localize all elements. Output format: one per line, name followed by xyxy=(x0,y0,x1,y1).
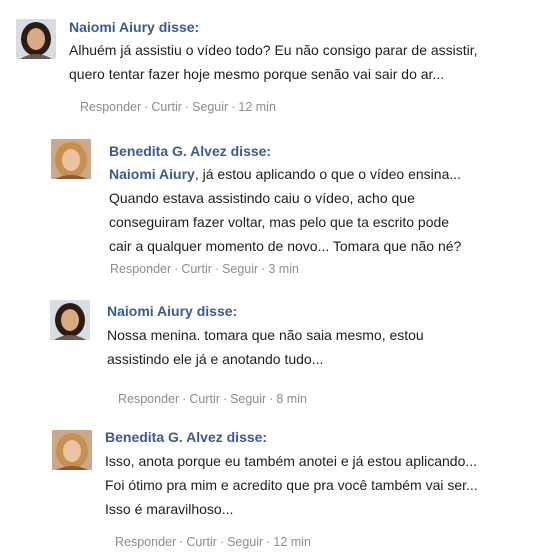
timestamp: 3 min xyxy=(268,262,299,276)
comment-text-line: Nossa menina. tomara que não saia mesmo,… xyxy=(107,327,424,343)
separator: · xyxy=(269,392,274,406)
like-button[interactable]: Curtir xyxy=(189,392,220,406)
separator: · xyxy=(182,392,187,406)
comment-text-line: Isso é maravilhoso... xyxy=(105,501,234,517)
like-button[interactable]: Curtir xyxy=(181,262,212,276)
timestamp: 12 min xyxy=(273,535,311,549)
separator: · xyxy=(231,100,236,114)
follow-button[interactable]: Seguir xyxy=(192,100,228,114)
comment-actions: Responder · Curtir · Seguir · 3 min xyxy=(110,261,299,277)
comment-actions: Responder · Curtir · Seguir · 12 min xyxy=(115,534,311,550)
comment-text-line: Foi ótimo pra mim e acredito que pra voc… xyxy=(105,477,478,493)
comment-text: Isso, anota porque eu também anotei e já… xyxy=(105,449,478,521)
follow-button[interactable]: Seguir xyxy=(227,535,263,549)
follow-button[interactable]: Seguir xyxy=(230,392,266,406)
comment-author[interactable]: Naiomi Aiury disse: xyxy=(107,302,237,320)
separator: · xyxy=(144,100,149,114)
separator: · xyxy=(219,535,225,549)
separator: · xyxy=(184,100,190,114)
avatar[interactable] xyxy=(51,139,91,179)
reply-button[interactable]: Responder xyxy=(110,262,171,276)
separator: · xyxy=(222,392,228,406)
comment-text-line: Naiomi Aiury, já estou aplicando o que o… xyxy=(109,162,461,186)
like-button[interactable]: Curtir xyxy=(151,100,182,114)
avatar-dark-hair-image xyxy=(16,19,56,59)
comment-actions: Responder · Curtir · Seguir · 12 min xyxy=(80,99,276,115)
follow-button[interactable]: Seguir xyxy=(222,262,258,276)
avatar-dark-hair-image xyxy=(50,300,90,340)
timestamp: 8 min xyxy=(276,392,307,406)
comment-actions: Responder · Curtir · Seguir · 8 min xyxy=(118,391,307,407)
reply-button[interactable]: Responder xyxy=(80,100,141,114)
separator: · xyxy=(179,535,184,549)
comment-author[interactable]: Benedita G. Alvez disse: xyxy=(109,142,271,160)
comment-text-line: conseguiram fazer voltar, mas pelo que t… xyxy=(109,214,450,230)
comment-author[interactable]: Benedita G. Alvez disse: xyxy=(105,428,267,446)
comment-text-line: assistindo ele já e anotando tudo... xyxy=(107,351,324,367)
comment-text-line: quero tentar fazer hoje mesmo porque sen… xyxy=(69,66,445,82)
like-button[interactable]: Curtir xyxy=(186,535,217,549)
avatar-blonde-hair-image xyxy=(52,430,92,470)
avatar[interactable] xyxy=(52,430,92,470)
mention-link[interactable]: Naiomi Aiury xyxy=(109,166,195,182)
comment-author[interactable]: Naiomi Aiury disse: xyxy=(69,18,199,36)
comment-text-line: Quando estava assistindo caiu o vídeo, a… xyxy=(109,190,415,206)
comment-text: Alhuém já assistiu o vídeo todo? Eu não … xyxy=(69,38,478,86)
comment-text-line: Isso, anota porque eu também anotei e já… xyxy=(105,453,478,469)
reply-button[interactable]: Responder xyxy=(115,535,176,549)
comment-text-fragment: , já estou aplicando o que o vídeo ensin… xyxy=(194,166,462,182)
separator: · xyxy=(214,262,220,276)
separator: · xyxy=(261,262,266,276)
separator: · xyxy=(174,262,179,276)
timestamp: 12 min xyxy=(238,100,276,114)
avatar[interactable] xyxy=(16,19,56,59)
comment-text-line: cair a qualquer momento de novo... Tomar… xyxy=(109,238,462,254)
comment-text-line: Alhuém já assistiu o vídeo todo? Eu não … xyxy=(69,42,478,58)
avatar-blonde-hair-image xyxy=(51,139,91,179)
separator: · xyxy=(266,535,271,549)
reply-button[interactable]: Responder xyxy=(118,392,179,406)
comment-text: Naiomi Aiury, já estou aplicando o que o… xyxy=(109,162,461,258)
avatar[interactable] xyxy=(50,300,90,340)
comment-text: Nossa menina. tomara que não saia mesmo,… xyxy=(107,323,424,371)
